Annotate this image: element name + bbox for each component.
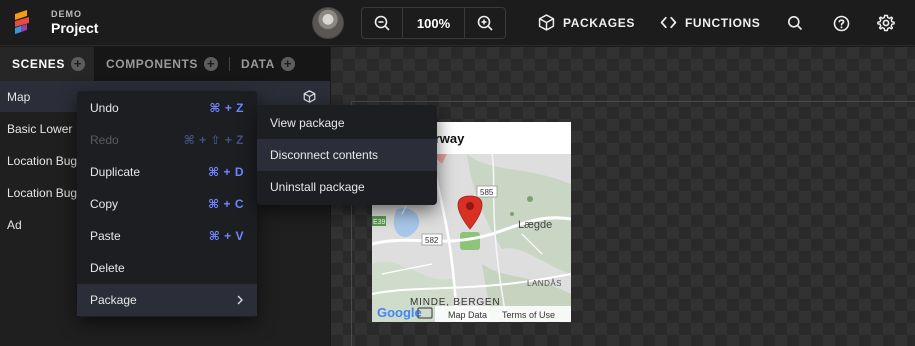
submenu-item-uninstall-package[interactable]: Uninstall package [257,171,437,203]
menu-item-package[interactable]: Package [77,284,257,316]
tab-scenes-label: SCENES [12,57,65,71]
menu-item-undo[interactable]: Undo ⌘ + Z [77,92,257,124]
zoom-level[interactable]: 100% [402,8,465,38]
zoom-out-icon [374,15,390,31]
tab-scenes[interactable]: SCENES + [0,47,94,81]
area-landas-label: LANDÅS [527,279,562,288]
context-menu: Undo ⌘ + Z Redo ⌘ + ⇧ + Z Duplicate ⌘ + … [77,91,257,317]
tab-data[interactable]: DATA + [241,47,301,81]
menu-shortcut: ⌘ + V [208,229,244,243]
menu-item-label: Delete [90,261,125,275]
google-logo: Google [377,305,422,320]
settings-button[interactable] [876,13,896,33]
project-brand[interactable]: DEMO Project [51,9,98,36]
package-icon [538,14,555,31]
map-data-link[interactable]: Map Data [448,310,487,320]
menu-shortcut: ⌘ + C [208,197,244,211]
road-e39-label: E39 [373,219,386,226]
menu-shortcut: ⌘ + ⇧ + Z [183,133,244,147]
menu-item-copy[interactable]: Copy ⌘ + C [77,188,257,220]
tab-components[interactable]: COMPONENTS + [106,47,226,81]
tab-divider [229,57,230,71]
package-submenu: View package Disconnect contents Uninsta… [257,105,437,205]
area-lgde-label: Lægde [518,219,552,231]
canvas-guide-horizontal [351,101,915,102]
submenu-item-label: Disconnect contents [270,148,379,162]
menu-item-label: Redo [90,133,119,147]
packages-label: PACKAGES [563,15,635,30]
menu-item-label: Duplicate [90,165,141,179]
scene-label: Location Bug [7,153,78,168]
menu-item-label: Paste [90,229,121,243]
submenu-item-disconnect-contents[interactable]: Disconnect contents [257,139,437,171]
help-icon [833,15,849,31]
terms-of-use-link[interactable]: Terms of Use [502,310,555,320]
submenu-item-label: Uninstall package [270,180,365,194]
menu-item-delete[interactable]: Delete [77,252,257,284]
project-name: Project [51,20,99,36]
menu-shortcut: ⌘ + D [208,165,244,179]
scene-label: Ad [7,217,22,232]
zoom-in-icon [477,15,493,31]
menu-shortcut: ⌘ + Z [209,101,244,115]
road-585-label: 585 [480,188,494,197]
search-icon [788,16,803,31]
avatar[interactable] [312,7,344,39]
scene-label: Location Bug [7,185,78,200]
menu-item-label: Package [90,293,137,307]
code-icon [660,16,677,29]
functions-button[interactable]: FUNCTIONS [660,14,760,31]
add-component-icon[interactable]: + [204,57,219,71]
help-button[interactable] [831,13,851,33]
zoom-out-button[interactable] [362,8,402,38]
menu-item-label: Undo [90,101,119,115]
zoom-in-button[interactable] [465,8,505,38]
gear-icon [877,14,895,32]
scene-label: Map [7,89,31,104]
search-button[interactable] [785,13,805,33]
package-icon [303,90,316,103]
tab-data-label: DATA [241,57,275,71]
org-label: DEMO [51,9,82,19]
panel-tabs: SCENES + COMPONENTS + DATA + [0,47,330,81]
functions-label: FUNCTIONS [685,15,761,30]
submenu-item-view-package[interactable]: View package [257,107,437,139]
menu-item-duplicate[interactable]: Duplicate ⌘ + D [77,156,257,188]
packages-button[interactable]: PACKAGES [538,14,635,31]
road-582-label: 582 [425,236,439,245]
menu-item-paste[interactable]: Paste ⌘ + V [77,220,257,252]
chevron-right-icon [237,295,243,305]
add-data-icon[interactable]: + [280,57,295,71]
tab-components-label: COMPONENTS [106,57,199,71]
top-bar: DEMO Project 100% PACKAGES FUNCTIONS [0,0,915,46]
zoom-control: 100% [361,7,506,39]
logo-icon[interactable] [12,10,32,36]
menu-item-redo[interactable]: Redo ⌘ + ⇧ + Z [77,124,257,156]
scene-label: Basic Lower [7,121,73,136]
add-scene-icon[interactable]: + [70,57,85,71]
menu-item-label: Copy [90,197,119,211]
submenu-item-label: View package [270,116,345,130]
